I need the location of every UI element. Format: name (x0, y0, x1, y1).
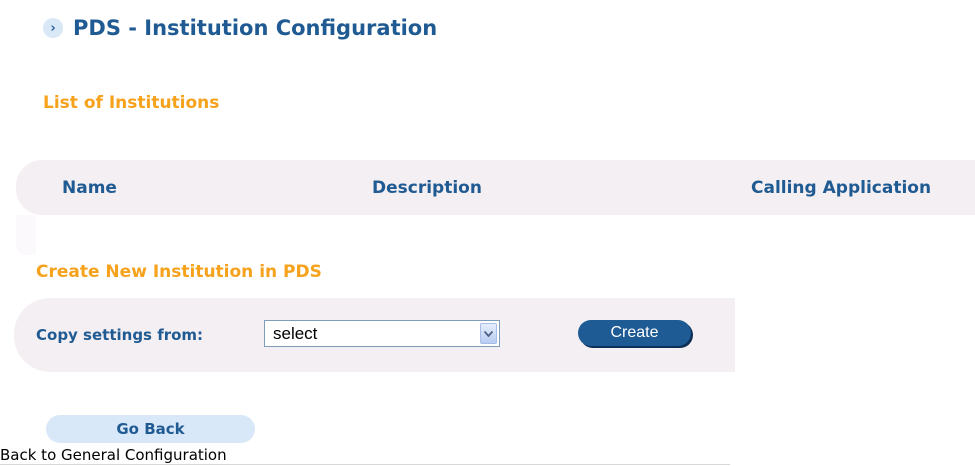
copy-settings-select[interactable]: select (264, 320, 500, 347)
chevron-right-icon: › (43, 18, 63, 38)
column-header-name: Name (62, 178, 117, 198)
create-button[interactable]: Create (578, 320, 691, 346)
bottom-divider (0, 464, 730, 465)
copy-settings-select-value: select (273, 323, 318, 343)
page-title: PDS - Institution Configuration (73, 16, 438, 40)
chevron-down-icon[interactable] (480, 323, 497, 344)
institutions-heading: List of Institutions (43, 93, 220, 113)
go-back-button[interactable]: Go Back (46, 415, 255, 443)
page-header: › PDS - Institution Configuration (43, 12, 437, 44)
copy-settings-label: Copy settings from: (36, 326, 204, 344)
back-to-general-configuration-link[interactable]: Back to General Configuration (0, 446, 227, 464)
table-body-edge (16, 215, 36, 255)
create-institution-heading: Create New Institution in PDS (36, 262, 322, 282)
column-header-description: Description (372, 178, 482, 198)
column-header-calling-application: Calling Application (751, 178, 932, 198)
